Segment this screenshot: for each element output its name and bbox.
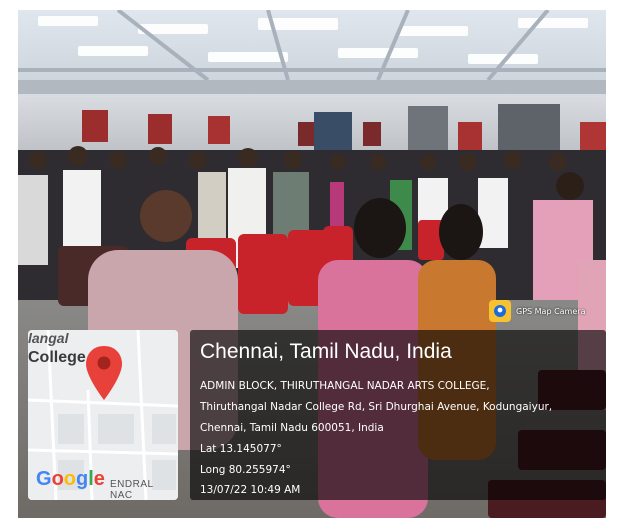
photo-frame: GPS Map Camera langal College ENDRAL NAC…: [18, 10, 606, 518]
latitude: Lat 13.145077°: [200, 443, 282, 455]
address-line-1: ADMIN BLOCK, THIRUTHANGAL NADAR ARTS COL…: [200, 380, 490, 392]
map-thumbnail: langal College ENDRAL NAC Google: [28, 330, 178, 500]
google-logo: Google: [36, 468, 105, 490]
gps-map-camera-label: GPS Map Camera: [516, 306, 586, 316]
longitude: Long 80.255974°: [200, 464, 291, 476]
location-pin-icon: [86, 346, 122, 400]
gps-map-camera-app-icon: [489, 300, 511, 322]
map-label-langal: langal: [28, 330, 69, 346]
capture-datetime: 13/07/22 10:49 AM: [200, 484, 301, 496]
gps-map-camera-badge: GPS Map Camera: [489, 298, 599, 324]
map-label-college: College: [28, 349, 86, 366]
location-info-panel: Chennai, Tamil Nadu, India ADMIN BLOCK, …: [190, 330, 606, 500]
map-label-road: ENDRAL NAC: [110, 479, 154, 500]
address-line-3: Chennai, Tamil Nadu 600051, India: [200, 422, 384, 434]
address-line-2: Thiruthangal Nadar College Rd, Sri Dhurg…: [200, 401, 553, 413]
location-city: Chennai, Tamil Nadu, India: [200, 340, 452, 363]
